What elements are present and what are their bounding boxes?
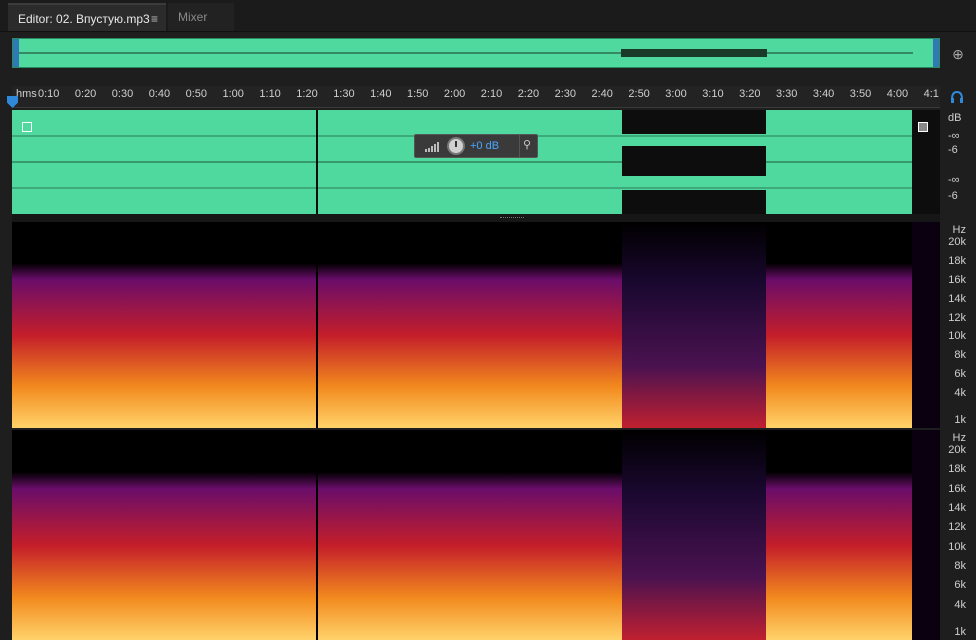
volume-value: +0 dB	[470, 140, 500, 152]
db-label: -6	[948, 144, 958, 156]
hz-label: 4k	[954, 598, 966, 611]
hz-label: 18k	[948, 463, 966, 476]
timeline-tick-label: 3:10	[702, 88, 724, 100]
timeline-tick-label: 1:10	[259, 88, 281, 100]
hz-label: Hz	[952, 432, 966, 444]
spectrogram-channel-1[interactable]	[12, 222, 940, 428]
hz-label: 20k	[948, 236, 966, 248]
tab-mixer-label: Mixer	[178, 10, 208, 24]
hz-label: 8k	[954, 349, 966, 362]
hz-label: 16k	[948, 273, 966, 286]
volume-hud: +0 dB ⚲	[414, 134, 538, 158]
tab-editor-label: Editor: 02. Впустую.mp3	[18, 12, 150, 26]
timeline-tick-label: 1:00	[222, 88, 244, 100]
timeline-tick-label: 0:20	[74, 88, 97, 100]
spectrogram-image	[12, 430, 940, 640]
timeline-tick-label: 2:30	[554, 88, 577, 100]
hz-scale-channel-2: Hz 20k 18k 16k 14k 12k 10k 8k 6k 4k 1k	[940, 430, 976, 640]
pin-icon[interactable]: ⚲	[523, 138, 531, 151]
hz-label: 1k	[954, 414, 966, 426]
db-label: -∞	[948, 174, 960, 186]
timeline-tick-label: 3:00	[665, 88, 687, 100]
db-scale: dB -∞ -6 -∞ -6	[940, 110, 976, 214]
tab-editor[interactable]: Editor: 02. Впустую.mp3 ≡	[8, 3, 166, 31]
timeline-tick-label: 0:30	[111, 88, 134, 100]
level-bars-icon	[425, 142, 439, 152]
hz-label: 16k	[948, 482, 966, 495]
volume-knob[interactable]	[447, 137, 465, 155]
timeline-tick-label: 0:10	[38, 88, 60, 100]
tab-bar: Editor: 02. Впустую.mp3 ≡ Mixer	[0, 0, 976, 32]
db-label: -6	[948, 190, 958, 202]
tab-mixer[interactable]: Mixer	[168, 3, 234, 31]
timeline-tick-label: 2:10	[480, 88, 503, 100]
timeline-tick-label: 2:20	[517, 88, 540, 100]
zoom-icon[interactable]: ⊕	[948, 44, 968, 64]
hz-label: 10k	[948, 540, 966, 553]
overview-handle-right[interactable]	[933, 39, 939, 67]
headphones-icon[interactable]	[948, 90, 966, 106]
waveform-display[interactable]	[12, 110, 940, 214]
hz-label: 6k	[954, 368, 966, 381]
spectrogram-image	[12, 222, 940, 428]
timeline-tick-label: 3:20	[739, 88, 761, 100]
timeline-tick-label: 3:40	[812, 88, 835, 100]
hz-label: Hz	[952, 224, 966, 236]
hz-label: 1k	[954, 626, 966, 638]
hz-label: 4k	[954, 387, 966, 400]
hz-scale-channel-1: Hz 20k 18k 16k 14k 12k 10k 8k 6k 4k 1k	[940, 222, 976, 428]
timeline-tick-label: 3:30	[776, 88, 798, 100]
timeline-tick-label: 2:00	[443, 88, 466, 100]
menu-icon[interactable]: ≡	[151, 5, 158, 33]
fade-in-handle[interactable]	[22, 122, 32, 132]
overview-wave	[19, 49, 913, 57]
timeline-tick-label: 3:50	[849, 88, 872, 100]
hz-label: 10k	[948, 330, 966, 343]
panel-splitter[interactable]	[12, 214, 940, 222]
hz-label: 12k	[948, 311, 966, 324]
timeline-tick-label: 0:50	[185, 88, 208, 100]
hz-label: 18k	[948, 254, 966, 267]
waveform-shape	[12, 110, 940, 214]
overview-waveform[interactable]	[12, 38, 940, 68]
hz-label: 14k	[948, 502, 966, 514]
fade-out-handle[interactable]	[918, 122, 928, 132]
divider	[519, 135, 520, 157]
timeline-ruler[interactable]: hms 0:10 0:20 0:30 0:40 0:50 1:00 1:10 1:20 1:30…	[12, 86, 940, 108]
timeline-tick-label: 4:00	[886, 88, 909, 100]
db-unit-label: dB	[948, 112, 962, 124]
hz-label: 6k	[954, 579, 966, 592]
timeline-tick-label: 4:1	[923, 88, 939, 100]
timeline-tick-label: 1:40	[370, 88, 392, 100]
db-label: -∞	[948, 130, 960, 142]
timeline-tick-label: 1:20	[296, 88, 318, 100]
timeline-tick-label: 2:40	[591, 88, 613, 100]
hz-label: 8k	[954, 560, 966, 572]
splitter-grip	[500, 217, 524, 219]
spectrogram-channel-2[interactable]	[12, 430, 940, 640]
time-format-label: hms	[16, 88, 37, 100]
hz-label: 20k	[948, 444, 966, 456]
timeline-tick-label: 2:50	[628, 88, 650, 100]
hz-label: 12k	[948, 521, 966, 534]
timeline-tick-label: 1:50	[407, 88, 429, 100]
timeline-tick-label: 0:40	[148, 88, 171, 100]
timeline-tick-label: 1:30	[333, 88, 355, 100]
hz-label: 14k	[948, 292, 966, 305]
